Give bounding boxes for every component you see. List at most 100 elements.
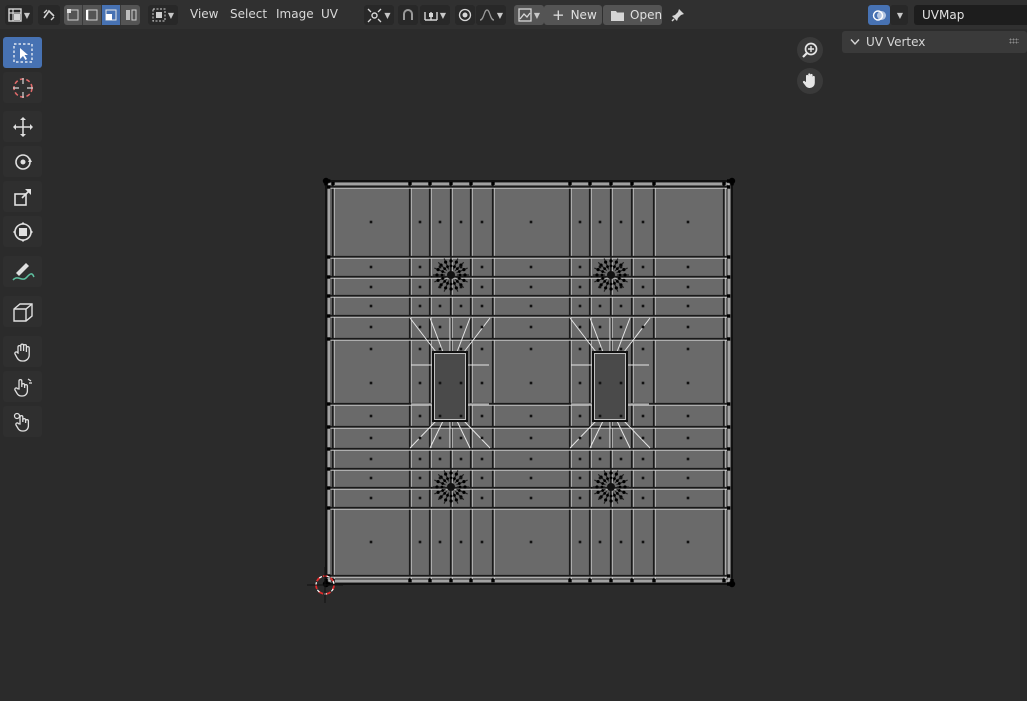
falloff-dropdown[interactable]: ▼ [476,5,506,25]
chevron-down-icon [850,38,860,46]
uv-face-dot [369,436,373,440]
uv-face-dot [578,496,582,500]
overlays-dropdown[interactable]: ▼ [890,5,908,25]
menu-select[interactable]: Select [230,7,267,21]
uv-vertex [455,479,459,483]
move-icon [12,116,34,138]
chevron-down-icon: ▼ [896,10,904,20]
snap-toggle[interactable] [398,5,418,25]
uv-face-dot [369,540,373,544]
chevron-down-icon: ▼ [23,10,31,20]
sticky-selection-dropdown[interactable]: ▼ [148,5,178,25]
tool-cursor[interactable] [3,72,42,103]
uv-face-dot [686,436,690,440]
uv-vertex [327,402,331,406]
vertex-select-icon[interactable] [64,5,83,25]
tool-rip-region[interactable] [3,296,42,327]
pivot-point-dropdown[interactable]: ▼ [364,5,394,25]
pan-button[interactable] [797,68,823,94]
tool-transform[interactable] [3,216,42,247]
menu-uv[interactable]: UV [321,7,338,21]
edge-select-icon[interactable] [83,5,102,25]
uv-face-dot [578,381,582,385]
uv-cluster-center [607,483,615,491]
uv-face-dot [578,347,582,351]
uvmap-field[interactable]: UVMap [914,5,1027,25]
uv-vertex [453,477,456,481]
tool-annotate[interactable] [3,256,42,287]
uv-vertex [623,485,627,489]
uv-face-dot [686,381,690,385]
uv-face-dot [619,540,623,544]
tool-rotate[interactable] [3,146,42,177]
overlays-icon [872,8,887,23]
uv-face-dot [529,285,533,289]
drag-grip-icon[interactable] [1009,38,1019,44]
uv-vertex [449,499,453,503]
pin-image-toggle[interactable] [668,5,688,25]
transform-icon [12,221,34,243]
island-select-icon[interactable] [121,5,140,25]
uv-face-dot [619,476,623,480]
uv-face-dot [641,325,645,329]
new-image-button[interactable]: + New [544,5,602,25]
uv-face-dot [641,220,645,224]
zoom-button[interactable] [797,37,823,63]
tool-pinch[interactable] [3,406,42,437]
uv-vertex [727,467,731,471]
uv-sync-selection-toggle[interactable] [38,5,60,25]
uv-face-dot [418,496,422,500]
uv-vertex [603,279,607,283]
uv-mesh-canvas[interactable] [300,170,750,610]
uv-face-dot [369,304,373,308]
uv-vertex [601,489,605,492]
tool-move[interactable] [3,111,42,142]
uv-face-dot [459,476,463,480]
uv-vertex [327,337,331,341]
uv-face-dot [438,265,442,269]
editor-type-button[interactable]: ▼ [5,5,33,25]
uv-vertex [603,267,607,271]
uv-vertex [469,182,473,186]
uv-face-dot [686,414,690,418]
uv-face-dot [418,304,422,308]
tool-grab[interactable] [3,336,42,367]
tool-relax[interactable] [3,371,42,402]
uv-vertex [449,264,453,268]
uv-face-dot [686,540,690,544]
uv-vertex [436,490,440,494]
uv-vertex [469,579,473,583]
open-image-button[interactable]: Open [603,5,662,25]
uv-vertex [458,273,462,277]
uv-face-dot [529,476,533,480]
uv-vertex [441,482,445,485]
uv-face-dot [438,457,442,461]
uv-face-dot [598,540,602,544]
uv-face-dot [619,496,623,500]
uv-face-dot [578,414,582,418]
face-select-icon[interactable] [102,5,121,25]
uv-face-dot [480,381,484,385]
uv-face-dot [641,476,645,480]
menu-view[interactable]: View [190,7,218,21]
uv-hole [432,351,468,422]
uv-vertex-panel-header[interactable]: UV Vertex [842,31,1027,53]
uv-vertex [491,579,495,583]
uv-face-dot [619,347,623,351]
uv-face-dot [686,325,690,329]
uv-vertex [604,498,608,502]
overlays-toggle[interactable] [868,5,890,25]
menu-image[interactable]: Image [276,7,314,21]
image-browse-dropdown[interactable]: ▼ [514,5,544,25]
proportional-editing-toggle[interactable] [455,5,475,25]
uv-face-dot [529,220,533,224]
folder-icon [611,10,624,21]
uv-vertex [457,489,461,492]
uv-vertex [463,273,467,277]
tool-select-box[interactable] [3,37,42,68]
falloff-curve-icon [479,9,495,21]
uv-face-dot [480,304,484,308]
tool-scale[interactable] [3,181,42,212]
uv-face-dot [598,285,602,289]
snap-target-dropdown[interactable]: ▼ [420,5,450,25]
